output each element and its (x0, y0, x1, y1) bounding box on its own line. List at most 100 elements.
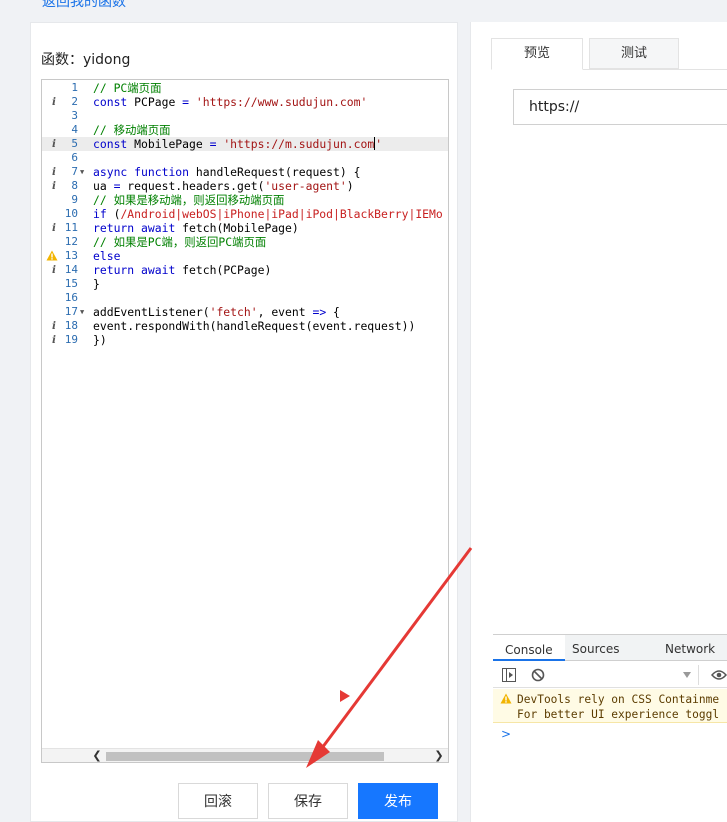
code-text: }) (93, 333, 107, 347)
code-line[interactable]: i 18 event.respondWith(handleRequest(event… (42, 319, 448, 333)
devtools-tab-sources[interactable]: Sources (572, 642, 619, 656)
code-text: return await fetch(PCPage) (93, 263, 271, 277)
code-line[interactable]: 10 if (/Android|webOS|iPhone|iPad|iPod|Bl… (42, 207, 448, 221)
devtools-toolbar (493, 662, 727, 688)
sidebar-toggle-icon[interactable] (502, 668, 516, 682)
code-token: 'https://www.sudujun.com' (195, 95, 368, 109)
code-line[interactable]: 3 (42, 109, 448, 123)
code-token: }) (93, 333, 107, 347)
code-text: // 移动端页面 (93, 123, 171, 137)
code-token: { (326, 305, 340, 319)
preview-panel: 预览 测试 https:// Console Sources Network D… (470, 22, 727, 822)
clear-console-icon[interactable] (531, 668, 545, 682)
code-token: ) (346, 179, 354, 193)
code-token: fetch(MobilePage) (175, 221, 299, 235)
code-line[interactable]: i 2 const PCPage = 'https://www.sudujun.co… (42, 95, 448, 109)
devtools-panel: Console Sources Network DevTools rely on… (493, 634, 727, 822)
line-number: 10 (64, 207, 78, 220)
code-token: /Android|webOS|iPhone|iPad|iPod|BlackBer… (120, 207, 443, 221)
publish-button[interactable]: 发布 (358, 783, 438, 819)
line-number: 9 (71, 193, 78, 206)
code-text: ua = request.headers.get('user-agent') (93, 179, 354, 193)
line-number: 2 (71, 95, 78, 108)
code-token: // 移动端页面 (93, 123, 171, 137)
code-text: return await fetch(MobilePage) (93, 221, 299, 235)
code-text: // 如果是移动端，则返回移动端页面 (93, 193, 284, 207)
eye-icon[interactable] (711, 669, 727, 681)
line-number: 3 (71, 109, 78, 122)
code-editor[interactable]: 1 // PC端页面 i 2 const PCPage = 'https://www.s… (41, 79, 449, 763)
code-token: ua (93, 179, 114, 193)
scroll-left-icon[interactable]: ❮ (90, 749, 104, 762)
devtools-tab-network[interactable]: Network (665, 642, 715, 656)
line-number: 7 (71, 165, 78, 178)
editor-panel: 函数：yidong 1 // PC端页面 i 2 const PCPage = 'htt… (30, 22, 458, 822)
line-number: 18 (64, 319, 78, 332)
code-line[interactable]: i 8 ua = request.headers.get('user-agent') (42, 179, 448, 193)
code-token: fetch(PCPage) (175, 263, 272, 277)
code-text: // PC端页面 (93, 81, 161, 95)
code-line[interactable]: i 19}) (42, 333, 448, 347)
console-prompt[interactable]: > (501, 727, 511, 741)
code-line[interactable]: 4 // 移动端页面 (42, 123, 448, 137)
code-text: // 如果是PC端，则返回PC端页面 (93, 235, 266, 249)
code-text: const MobilePage = 'https://m.sudujun.co… (93, 137, 382, 151)
warning-text-line1: DevTools rely on CSS Containme (517, 693, 720, 706)
code-line[interactable]: 1 // PC端页面 (42, 81, 448, 95)
code-token: // 如果是移动端，则返回移动端页面 (93, 193, 285, 207)
code-line[interactable]: i 7 ▼ async function handleRequest(request)… (42, 165, 448, 179)
code-line[interactable]: 12 // 如果是PC端，则返回PC端页面 (42, 235, 448, 249)
code-token: ' (375, 137, 383, 151)
code-text: addEventListener('fetch', event => { (93, 305, 340, 319)
line-number: 6 (71, 151, 78, 164)
code-token: 'https://m.sudujun.com (223, 137, 375, 151)
line-number: 1 (71, 81, 78, 94)
code-token: // 如果是PC端，则返回PC端页面 (93, 235, 267, 249)
code-line[interactable]: i 14 return await fetch(PCPage) (42, 263, 448, 277)
function-title: 函数：yidong (41, 49, 130, 69)
code-line[interactable]: i 11 return await fetch(MobilePage) (42, 221, 448, 235)
line-number: 12 (64, 235, 78, 248)
code-line[interactable]: 6 (42, 151, 448, 165)
function-name: yidong (83, 52, 131, 68)
fold-toggle-icon[interactable]: ▼ (80, 165, 84, 179)
code-line[interactable]: 9 // 如果是移动端，则返回移动端页面 (42, 193, 448, 207)
scroll-right-icon[interactable]: ❯ (432, 749, 446, 762)
devtools-tab-console[interactable]: Console (493, 635, 565, 661)
line-number: 5 (71, 137, 78, 150)
code-token: // PC端页面 (93, 81, 162, 95)
code-line[interactable]: 15} (42, 277, 448, 291)
rollback-button[interactable]: 回滚 (178, 783, 258, 819)
preview-url-input[interactable]: https:// (513, 89, 727, 125)
editor-horizontal-scrollbar[interactable]: ❮ ❯ (42, 748, 448, 762)
code-line[interactable]: 17 ▼ addEventListener('fetch', event => { (42, 305, 448, 319)
code-token: await (141, 221, 176, 235)
code-token: => (312, 305, 327, 319)
code-line[interactable]: 16 (42, 291, 448, 305)
tab-test[interactable]: 测试 (589, 38, 679, 69)
code-token: async (93, 165, 128, 179)
code-token: return (93, 221, 135, 235)
code-token: event.respondWith(handleRequest(event.re… (93, 319, 416, 333)
code-token: MobilePage (127, 137, 210, 151)
fold-toggle-icon[interactable]: ▼ (80, 305, 84, 319)
save-button[interactable]: 保存 (268, 783, 348, 819)
code-text: async function handleRequest(request) { (93, 165, 360, 179)
line-number: 17 (64, 305, 78, 318)
tab-preview[interactable]: 预览 (491, 38, 583, 70)
back-to-functions-link[interactable]: 返回我的函数 (42, 0, 126, 11)
code-token: else (93, 249, 121, 263)
code-line[interactable]: i 5 const MobilePage = 'https://m.sudujun.… (42, 137, 448, 151)
context-dropdown-icon[interactable] (683, 672, 691, 678)
line-number: 8 (71, 179, 78, 192)
preview-tabs: 预览 测试 (491, 38, 727, 70)
code-line[interactable]: 13 else (42, 249, 448, 263)
scrollbar-thumb[interactable] (106, 752, 384, 761)
line-number: 4 (71, 123, 78, 136)
line-number: 11 (64, 221, 78, 234)
code-token: handleRequest(request) { (189, 165, 361, 179)
code-text: event.respondWith(handleRequest(event.re… (93, 319, 415, 333)
